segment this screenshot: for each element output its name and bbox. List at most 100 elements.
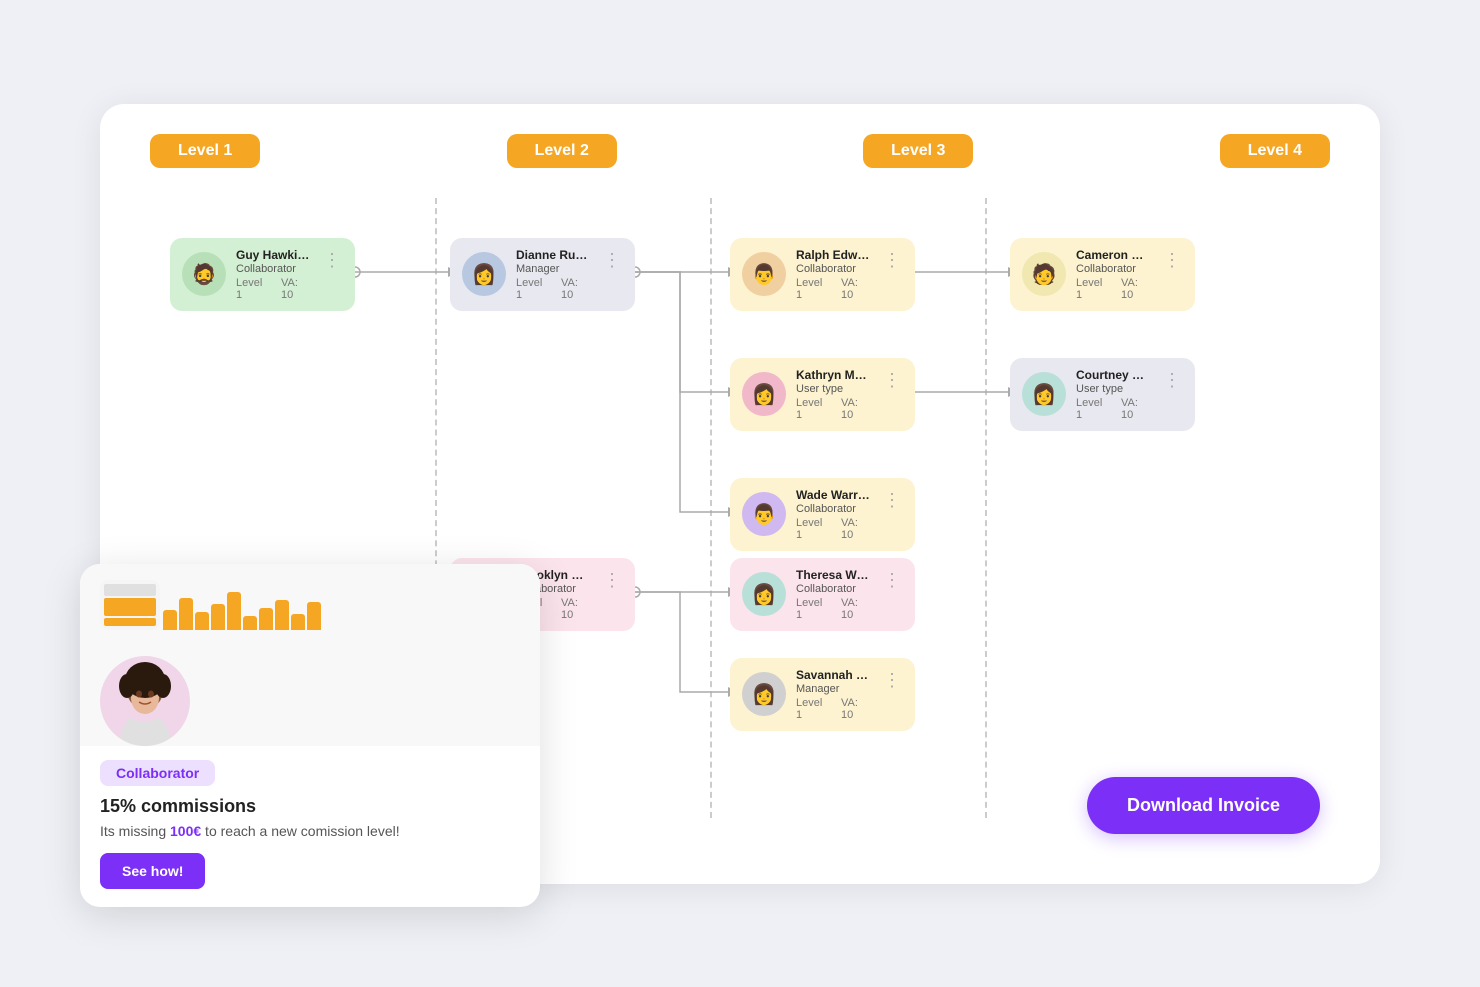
node-info-savannah: Savannah Nguyen Manager Level 1 VA: 10	[796, 668, 871, 721]
node-dots-ralph[interactable]: ⋮	[881, 250, 903, 271]
node-kathryn[interactable]: 👩 Kathryn Murphy User type Level 1 VA: 1…	[730, 358, 915, 431]
node-role-guy: Collaborator	[236, 263, 311, 275]
node-dots-courtney[interactable]: ⋮	[1161, 370, 1183, 391]
node-meta-dianne: Level 1 VA: 10	[516, 277, 591, 301]
node-va-kathryn: VA: 10	[841, 397, 871, 421]
level-badge-1: Level 1	[150, 134, 260, 168]
node-info-guy: Guy Hawkins Collaborator Level 1 VA: 10	[236, 248, 311, 301]
node-meta-ralph: Level 1 VA: 10	[796, 277, 871, 301]
node-va-theresa: VA: 10	[841, 597, 871, 621]
node-level-courtney: Level 1	[1076, 397, 1109, 421]
avatar-ralph: 👨	[742, 252, 786, 296]
node-va-courtney: VA: 10	[1121, 397, 1151, 421]
node-role-theresa: Collaborator	[796, 583, 871, 595]
node-va-savannah: VA: 10	[841, 697, 871, 721]
node-va-cameron: VA: 10	[1121, 277, 1151, 301]
node-dots-kathryn[interactable]: ⋮	[881, 370, 903, 391]
level-badge-3: Level 3	[863, 134, 973, 168]
avatar-guy: 🧔	[182, 252, 226, 296]
node-role-ralph: Collaborator	[796, 263, 871, 275]
node-name-courtney: Courtney Henry	[1076, 368, 1151, 382]
node-wade[interactable]: 👨 Wade Warren Collaborator Level 1 VA: 1…	[730, 478, 915, 551]
node-info-dianne: Dianne Russell Manager Level 1 VA: 10	[516, 248, 591, 301]
node-role-cameron: Collaborator	[1076, 263, 1151, 275]
node-level-kathryn: Level 1	[796, 397, 829, 421]
level-badge-4: Level 4	[1220, 134, 1330, 168]
node-level-ralph: Level 1	[796, 277, 829, 301]
node-role-wade: Collaborator	[796, 503, 871, 515]
avatar-dianne: 👩	[462, 252, 506, 296]
node-va-ralph: VA: 10	[841, 277, 871, 301]
node-dots-wade[interactable]: ⋮	[881, 490, 903, 511]
node-info-theresa: Theresa Webb Collaborator Level 1 VA: 10	[796, 568, 871, 621]
node-level-cameron: Level 1	[1076, 277, 1109, 301]
overlay-card: Collaborator 15% commissions Its missing…	[80, 564, 540, 907]
node-theresa[interactable]: 👩 Theresa Webb Collaborator Level 1 VA: …	[730, 558, 915, 631]
node-ralph[interactable]: 👨 Ralph Edwards Collaborator Level 1 VA:…	[730, 238, 915, 311]
node-name-dianne: Dianne Russell	[516, 248, 591, 262]
vline-2	[710, 198, 712, 818]
node-va-dianne: VA: 10	[561, 277, 591, 301]
node-meta-savannah: Level 1 VA: 10	[796, 697, 871, 721]
node-level-guy: Level 1	[236, 277, 269, 301]
node-name-wade: Wade Warren	[796, 488, 871, 502]
commission-title: 15% commissions	[100, 796, 520, 817]
node-name-ralph: Ralph Edwards	[796, 248, 871, 262]
node-meta-cameron: Level 1 VA: 10	[1076, 277, 1151, 301]
node-meta-kathryn: Level 1 VA: 10	[796, 397, 871, 421]
node-role-courtney: User type	[1076, 383, 1151, 395]
node-level-wade: Level 1	[796, 517, 829, 541]
overlay-body: Collaborator 15% commissions Its missing…	[80, 746, 540, 907]
node-courtney[interactable]: 👩 Courtney Henry User type Level 1 VA: 1…	[1010, 358, 1195, 431]
node-dots-cameron[interactable]: ⋮	[1161, 250, 1183, 271]
node-role-savannah: Manager	[796, 683, 871, 695]
node-role-dianne: Manager	[516, 263, 591, 275]
node-level-savannah: Level 1	[796, 697, 829, 721]
collaborator-badge: Collaborator	[100, 760, 215, 786]
node-info-kathryn: Kathryn Murphy User type Level 1 VA: 10	[796, 368, 871, 421]
node-dots-guy[interactable]: ⋮	[321, 250, 343, 271]
level-badge-2: Level 2	[507, 134, 617, 168]
node-name-kathryn: Kathryn Murphy	[796, 368, 871, 382]
node-dots-theresa[interactable]: ⋮	[881, 570, 903, 591]
node-savannah[interactable]: 👩 Savannah Nguyen Manager Level 1 VA: 10…	[730, 658, 915, 731]
node-dots-brooklyn[interactable]: ⋮	[601, 570, 623, 591]
node-guy[interactable]: 🧔 Guy Hawkins Collaborator Level 1 VA: 1…	[170, 238, 355, 311]
node-meta-wade: Level 1 VA: 10	[796, 517, 871, 541]
vline-3	[985, 198, 987, 818]
node-name-cameron: Cameron Williamson	[1076, 248, 1151, 262]
node-level-dianne: Level 1	[516, 277, 549, 301]
avatar-wade: 👨	[742, 492, 786, 536]
avatar-savannah: 👩	[742, 672, 786, 716]
avatar-cameron: 🧑	[1022, 252, 1066, 296]
node-info-ralph: Ralph Edwards Collaborator Level 1 VA: 1…	[796, 248, 871, 301]
node-name-theresa: Theresa Webb	[796, 568, 871, 582]
node-meta-courtney: Level 1 VA: 10	[1076, 397, 1151, 421]
node-name-savannah: Savannah Nguyen	[796, 668, 871, 682]
download-invoice-button[interactable]: Download Invoice	[1087, 777, 1320, 834]
node-cameron[interactable]: 🧑 Cameron Williamson Collaborator Level …	[1010, 238, 1195, 311]
commission-desc-after: to reach a new comission level!	[201, 823, 399, 839]
node-role-kathryn: User type	[796, 383, 871, 395]
overlay-avatar	[100, 656, 190, 746]
node-dianne[interactable]: 👩 Dianne Russell Manager Level 1 VA: 10 …	[450, 238, 635, 311]
overlay-top	[80, 564, 540, 646]
commission-highlight: 100€	[170, 823, 201, 839]
avatar-theresa: 👩	[742, 572, 786, 616]
node-va-wade: VA: 10	[841, 517, 871, 541]
node-dots-savannah[interactable]: ⋮	[881, 670, 903, 691]
levels-row: Level 1 Level 2 Level 3 Level 4	[140, 134, 1340, 168]
node-dots-dianne[interactable]: ⋮	[601, 250, 623, 271]
see-how-button[interactable]: See how!	[100, 853, 205, 889]
node-info-wade: Wade Warren Collaborator Level 1 VA: 10	[796, 488, 871, 541]
node-info-courtney: Courtney Henry User type Level 1 VA: 10	[1076, 368, 1151, 421]
node-va-brooklyn: VA: 10	[561, 597, 591, 621]
node-meta-theresa: Level 1 VA: 10	[796, 597, 871, 621]
node-level-theresa: Level 1	[796, 597, 829, 621]
avatar-courtney: 👩	[1022, 372, 1066, 416]
node-va-guy: VA: 10	[281, 277, 311, 301]
node-meta-guy: Level 1 VA: 10	[236, 277, 311, 301]
commission-desc: Its missing 100€ to reach a new comissio…	[100, 823, 520, 839]
commission-desc-before: Its missing	[100, 823, 170, 839]
node-name-guy: Guy Hawkins	[236, 248, 311, 262]
